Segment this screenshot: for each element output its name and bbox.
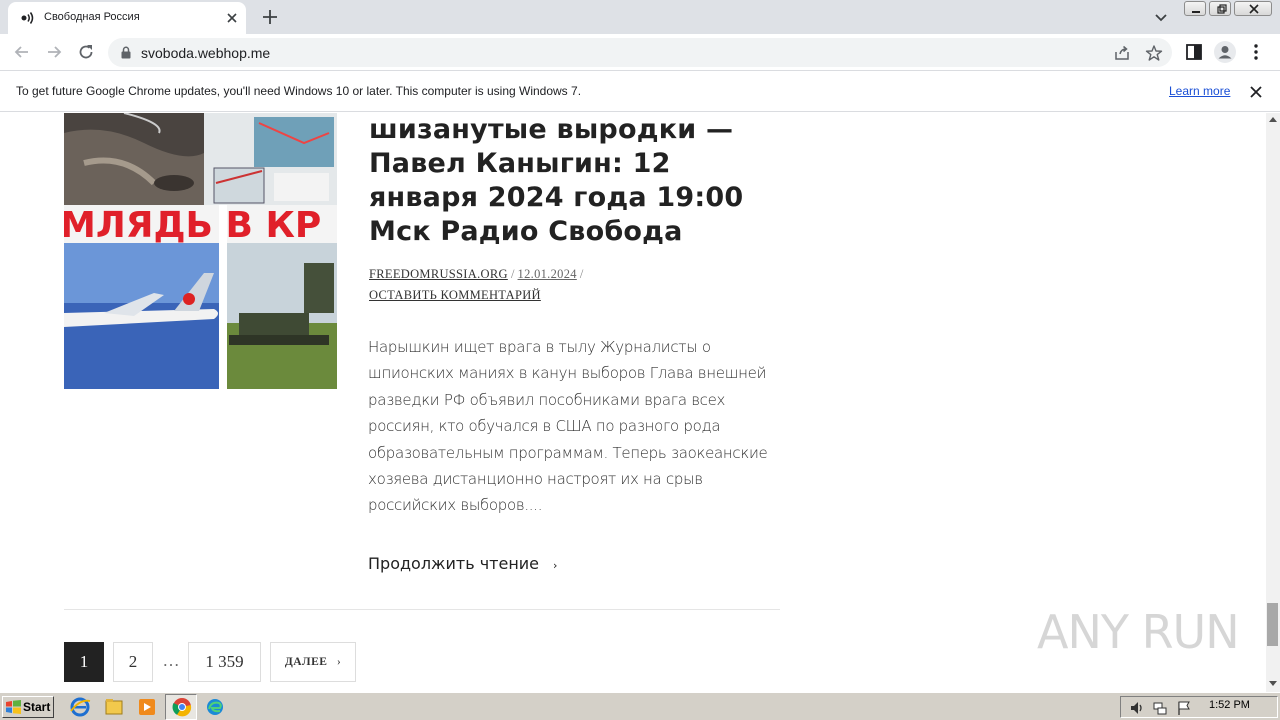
minimize-icon xyxy=(1192,11,1200,13)
divider xyxy=(64,609,780,610)
read-more-link[interactable]: Продолжить чтение › xyxy=(368,554,557,573)
file-explorer-icon[interactable] xyxy=(102,695,126,719)
lock-icon[interactable] xyxy=(120,46,132,59)
article-meta: FREEDOMRUSSIA.ORG / 12.01.2024 / ОСТАВИТ… xyxy=(369,264,789,306)
side-panel-icon[interactable] xyxy=(1184,42,1204,62)
article-image: МЛЯДЬ В КР xyxy=(64,113,337,389)
close-window-button[interactable] xyxy=(1234,1,1272,16)
volume-icon[interactable] xyxy=(1129,700,1145,716)
minimize-button[interactable] xyxy=(1184,1,1206,16)
network-icon[interactable] xyxy=(1152,700,1168,716)
address-bar[interactable]: svoboda.webhop.me xyxy=(108,38,1172,67)
infobar-message: To get future Google Chrome updates, you… xyxy=(16,84,582,98)
reload-icon[interactable] xyxy=(76,42,96,62)
chevron-right-icon: › xyxy=(553,559,558,572)
next-label: ДАЛЕЕ xyxy=(284,656,328,668)
date-link[interactable]: 12.01.2024 xyxy=(518,267,577,281)
article-excerpt: Нарышкин ищет врага в тылу Журналисты о … xyxy=(368,338,768,515)
system-tray xyxy=(1120,696,1278,718)
tab-strip: Свободная Россия xyxy=(0,0,1280,34)
update-infobar: To get future Google Chrome updates, you… xyxy=(0,72,1280,112)
bookmark-star-icon[interactable] xyxy=(1145,44,1163,62)
taskbar-clock[interactable]: 1:52 PM xyxy=(1209,699,1250,711)
profile-avatar-icon[interactable] xyxy=(1214,41,1236,63)
close-tab-icon[interactable] xyxy=(224,10,240,26)
start-button[interactable]: Start xyxy=(2,696,54,718)
read-more-label: Продолжить чтение xyxy=(368,554,540,573)
next-page-link[interactable]: ДАЛЕЕ › xyxy=(270,642,356,682)
back-icon[interactable] xyxy=(12,42,32,62)
page-1-current[interactable]: 1 xyxy=(64,642,104,682)
windows-taskbar: Start xyxy=(0,692,1280,720)
pagination-ellipsis: … xyxy=(162,651,180,670)
restore-icon xyxy=(1217,4,1227,14)
edge-icon[interactable] xyxy=(203,695,227,719)
article-thumbnail[interactable]: МЛЯДЬ В КР xyxy=(64,113,337,389)
leave-comment-link[interactable]: ОСТАВИТЬ КОММЕНТАРИЙ xyxy=(369,288,541,302)
close-icon xyxy=(1249,4,1259,14)
forward-icon[interactable] xyxy=(44,42,64,62)
page-2-link[interactable]: 2 xyxy=(113,642,153,682)
windows-logo-icon xyxy=(6,700,21,714)
scroll-down-icon[interactable] xyxy=(1268,680,1278,688)
menu-dots-icon[interactable] xyxy=(1246,42,1266,62)
image-banner-text: МЛЯДЬ В КР xyxy=(64,205,321,246)
share-icon[interactable] xyxy=(1113,44,1131,62)
meta-separator: / xyxy=(579,267,584,281)
browser-tab[interactable]: Свободная Россия xyxy=(8,2,246,34)
scrollbar-thumb[interactable] xyxy=(1267,603,1278,646)
anyrun-watermark: ANY RUN xyxy=(1037,605,1240,659)
browser-toolbar: svoboda.webhop.me xyxy=(0,34,1280,71)
chevron-right-icon: › xyxy=(336,656,342,668)
url-text: svoboda.webhop.me xyxy=(141,45,271,61)
chevron-down-icon[interactable] xyxy=(1152,8,1170,26)
restore-button[interactable] xyxy=(1209,1,1231,16)
new-tab-icon[interactable] xyxy=(260,7,280,27)
action-center-flag-icon[interactable] xyxy=(1176,700,1192,716)
tab-title: Свободная Россия xyxy=(44,11,140,23)
meta-separator: / xyxy=(510,267,515,281)
media-player-icon[interactable] xyxy=(135,695,159,719)
scroll-up-icon[interactable] xyxy=(1268,115,1278,123)
article-title[interactable]: шизанутые выродки — Павел Каныгин: 12 ян… xyxy=(369,113,789,249)
last-page-link[interactable]: 1 359 xyxy=(188,642,261,682)
audio-playing-icon xyxy=(21,12,34,24)
author-link[interactable]: FREEDOMRUSSIA.ORG xyxy=(369,267,508,281)
learn-more-link[interactable]: Learn more xyxy=(1169,84,1230,98)
internet-explorer-icon[interactable] xyxy=(68,695,92,719)
close-infobar-icon[interactable] xyxy=(1248,84,1264,100)
start-label: Start xyxy=(23,700,51,714)
chrome-icon xyxy=(172,698,192,717)
chrome-taskbar-button[interactable] xyxy=(165,694,197,720)
